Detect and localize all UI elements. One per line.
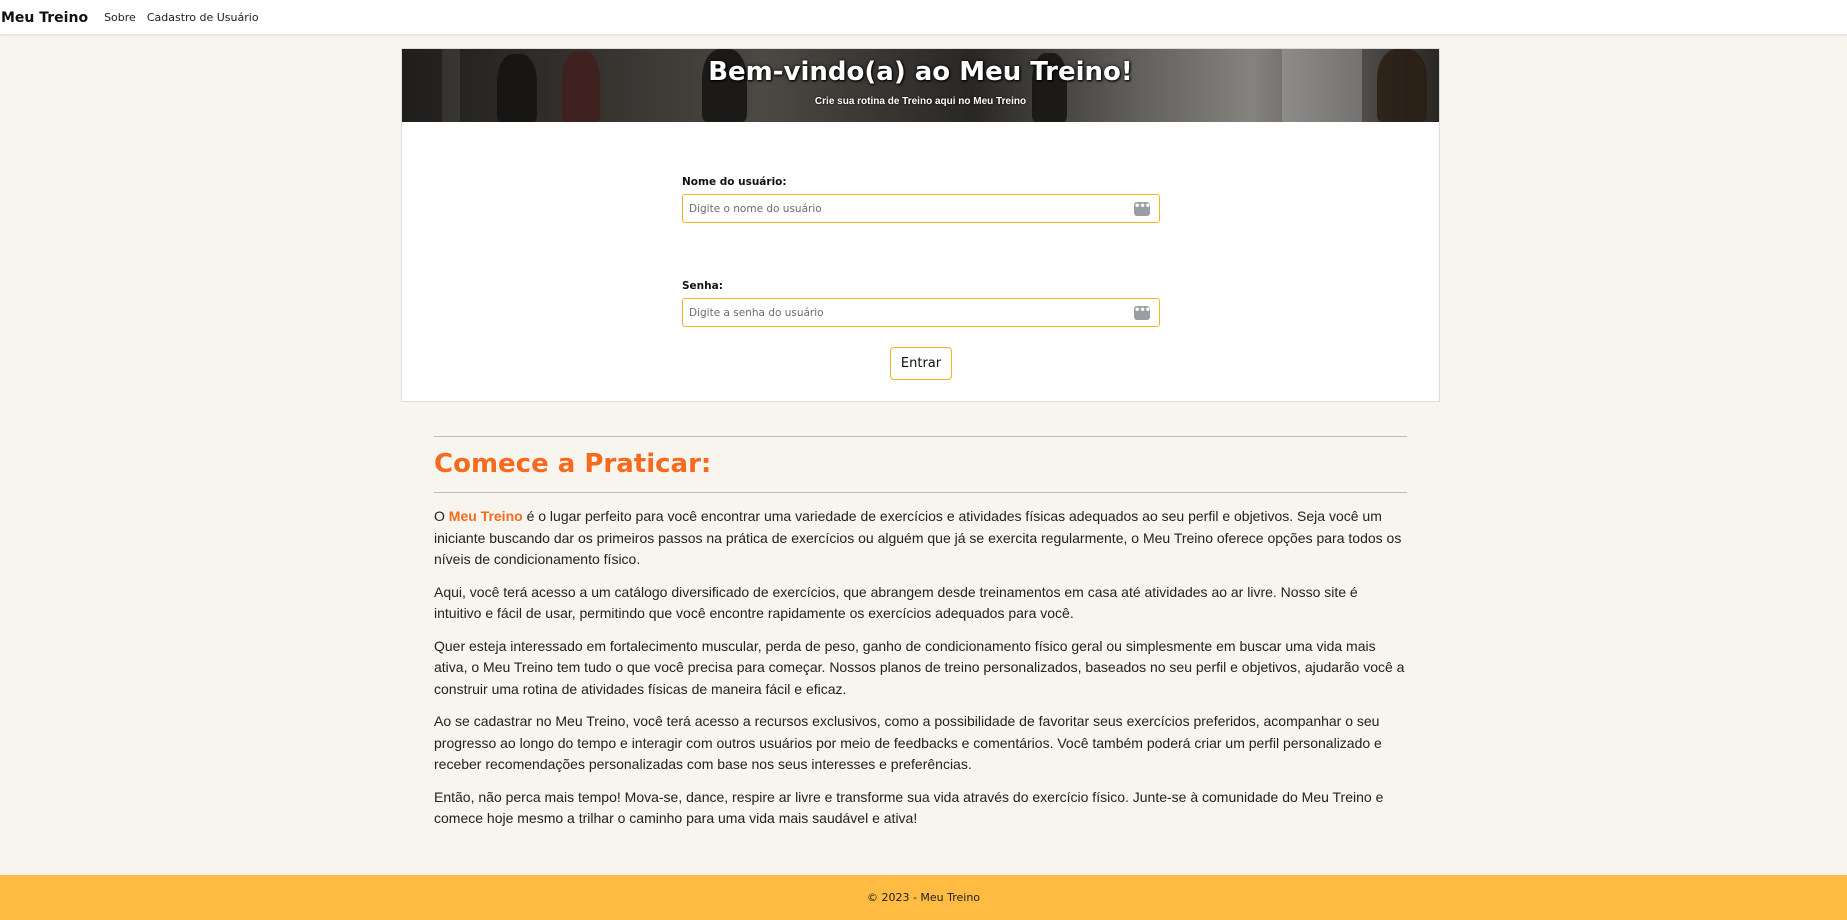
page-footer: © 2023 - Meu Treino [0, 875, 1847, 920]
hero-subtitle: Crie sua rotina de Treino aqui no Meu Tr… [814, 96, 1027, 107]
nav-link-sobre[interactable]: Sobre [104, 11, 136, 24]
article-paragraph-4: Ao se cadastrar no Meu Treino, você terá… [434, 713, 1382, 772]
navbar-brand[interactable]: Meu Treino [1, 10, 88, 26]
intro-article: Comece a Praticar: O Meu Treino é o luga… [434, 436, 1407, 841]
paragraph-text: é o lugar perfeito para você encontrar u… [434, 508, 1402, 567]
username-label: Nome do usuário: [682, 176, 787, 188]
divider-top [434, 436, 1407, 437]
login-card: Bem-vindo(a) ao Meu Treino! Crie sua rot… [401, 48, 1440, 402]
password-manager-icon[interactable]: ••• [1134, 202, 1151, 216]
brand-highlight: Meu Treino [448, 508, 523, 524]
article-paragraph-1: O Meu Treino é o lugar perfeito para voc… [434, 506, 1407, 571]
divider-bottom [434, 492, 1407, 493]
password-field-wrapper: ••• [682, 298, 1160, 327]
login-submit-button[interactable]: Entrar [890, 347, 952, 380]
article-paragraph-3: Quer esteja interessado em fortaleciment… [434, 637, 1405, 697]
paragraph-text: O [434, 508, 449, 524]
article-paragraph-5: Então, não perca mais tempo! Mova-se, da… [434, 788, 1384, 827]
article-paragraph-2: Aqui, você terá acesso a um catálogo div… [434, 583, 1358, 622]
nav-link-cadastro-usuario[interactable]: Cadastro de Usuário [147, 11, 259, 24]
section-title: Comece a Praticar: [434, 449, 712, 479]
password-input[interactable] [683, 299, 1159, 326]
password-label: Senha: [682, 280, 723, 292]
footer-copyright: © 2023 - Meu Treino [866, 891, 981, 904]
hero-title: Bem-vindo(a) ao Meu Treino! [708, 57, 1133, 87]
hero-banner: Bem-vindo(a) ao Meu Treino! Crie sua rot… [402, 49, 1439, 122]
password-manager-icon[interactable]: ••• [1134, 306, 1151, 320]
username-field-wrapper: ••• [682, 194, 1160, 223]
top-navbar: Meu Treino Sobre Cadastro de Usuário [0, 0, 1847, 35]
username-input[interactable] [683, 195, 1159, 222]
